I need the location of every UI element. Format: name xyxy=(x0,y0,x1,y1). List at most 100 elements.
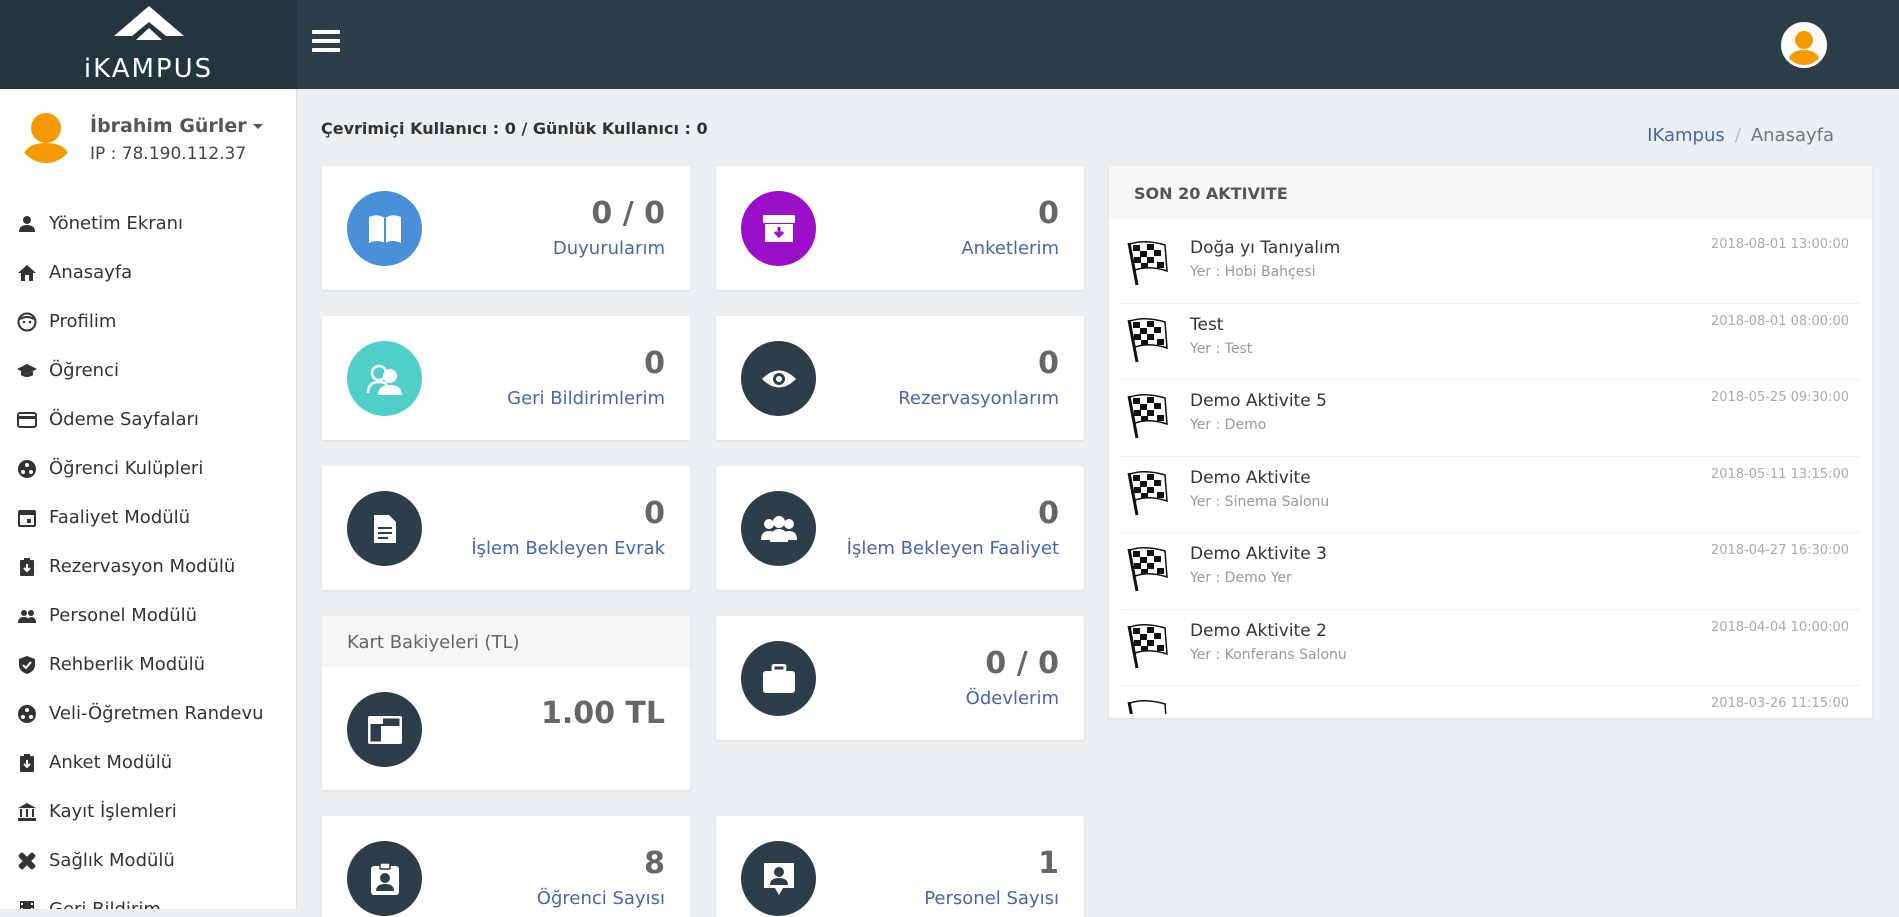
sidebar-item-veli-ogretmen-randevu[interactable]: Veli-Öğretmen Randevu xyxy=(0,689,296,738)
activity-row[interactable]: Doğa yı Tanıyalım Yer : Hobi Bahçesi 201… xyxy=(1121,227,1859,304)
card-value: 1 xyxy=(1038,846,1059,881)
sidebar-item-ogrenci[interactable]: Öğrenci xyxy=(0,346,296,395)
document-icon xyxy=(347,491,422,566)
logo[interactable]: iKAMPUS xyxy=(0,0,297,89)
activity-row[interactable]: Demo Aktivite 2 Yer : Konferans Salonu 2… xyxy=(1121,610,1859,686)
card-label-link[interactable]: Rezervasyonlarım xyxy=(898,388,1059,409)
activity-row[interactable]: Demo Aktivite 3 Yer : Demo Yer 2018-04-2… xyxy=(1121,533,1859,610)
card-label-link[interactable]: Duyurularım xyxy=(553,238,665,259)
sidebar-item-label: Personel Modülü xyxy=(49,605,198,626)
card-geri-bildirimler[interactable]: 0 Geri Bildirimlerim xyxy=(322,316,690,440)
clipboard-download-icon xyxy=(16,752,38,774)
home-icon xyxy=(16,262,38,284)
activity-time: 2018-05-25 09:30:00 xyxy=(1710,390,1849,405)
sidebar-item-kayit-islemleri[interactable]: Kayıt İşlemleri xyxy=(0,787,296,836)
sidebar-item-profilim[interactable]: Profilim xyxy=(0,297,296,346)
online-users-status: Çevrimiçi Kullanıcı : 0 / Günlük Kullanı… xyxy=(321,119,708,138)
main-content: Çevrimiçi Kullanıcı : 0 / Günlük Kullanı… xyxy=(297,89,1899,917)
caret-down-icon xyxy=(252,124,263,129)
hamburger-icon[interactable] xyxy=(312,30,340,56)
activity-place: Yer : Demo xyxy=(1190,417,1267,433)
sidebar-item-label: Sağlık Modülü xyxy=(49,850,175,871)
person-icon xyxy=(16,213,38,235)
sidebar-item-label: Veli-Öğretmen Randevu xyxy=(49,703,264,724)
activity-place: Yer : Test xyxy=(1190,340,1253,357)
face-icon xyxy=(16,311,38,333)
activity-row[interactable]: Demo Aktivite 5 Yer : Demo 2018-05-25 09… xyxy=(1121,380,1859,457)
recent-activities-panel: SON 20 AKTIVITE Doğa yı Tanıyalım Yer : … xyxy=(1109,166,1872,718)
sidebar-item-odeme-sayfalari[interactable]: Ödeme Sayfaları xyxy=(0,395,296,444)
checkered-flag-icon xyxy=(1127,623,1168,668)
sidebar-item-label: Rezervasyon Modülü xyxy=(49,556,236,577)
activity-title: Demo Aktivite 5 xyxy=(1190,391,1327,411)
card-label-link[interactable]: Personel Sayısı xyxy=(924,888,1059,909)
activity-time: 2018-08-01 13:00:00 xyxy=(1710,237,1849,252)
activity-place: Yer : Demo Yer xyxy=(1190,570,1292,586)
sidebar-item-anket-modulu[interactable]: Anket Modülü xyxy=(0,738,296,787)
calendar-icon xyxy=(16,507,38,529)
sidebar-item-saglik-modulu[interactable]: Sağlık Modülü xyxy=(0,836,296,885)
sidebar-item-personel-modulu[interactable]: Personel Modülü xyxy=(0,591,296,640)
verified-shield-icon xyxy=(16,654,38,676)
checkered-flag-icon xyxy=(1127,470,1168,515)
breadcrumb-current: Anasayfa xyxy=(1750,125,1834,146)
sidebar-item-label: Ödeme Sayfaları xyxy=(49,409,199,430)
activity-title: Demo Aktivite xyxy=(1190,467,1311,488)
checkered-flag-icon xyxy=(1127,700,1167,714)
sidebar-item-faaliyet-modulu[interactable]: Faaliyet Modülü xyxy=(0,493,296,542)
card-ogrenci-sayisi[interactable]: 8 Öğrenci Sayısı xyxy=(322,816,690,917)
card-label-link[interactable]: Anketlerim xyxy=(961,238,1059,259)
card-duyurular[interactable]: 0 / 0 Duyurularım xyxy=(322,166,690,290)
sidebar-item-ogrenci-kulupleri[interactable]: Öğrenci Kulüpleri xyxy=(0,444,296,493)
card-label-link[interactable]: İşlem Bekleyen Faaliyet xyxy=(847,538,1059,559)
card-odevler[interactable]: 0 / 0 Ödevlerim xyxy=(716,616,1084,740)
activity-title: Demo Aktivite 2 xyxy=(1190,620,1327,641)
user-avatar-icon[interactable] xyxy=(1781,22,1827,68)
bank-icon xyxy=(16,801,38,823)
sidebar-item-yonetim-ekrani[interactable]: Yönetim Ekranı xyxy=(0,199,296,248)
activity-row[interactable]: Test Yer : Test 2018-08-01 08:00:00 xyxy=(1121,304,1859,380)
briefcase-icon xyxy=(741,641,816,716)
club-icon xyxy=(16,703,38,725)
card-bekleyen-faaliyet[interactable]: 0 İşlem Bekleyen Faaliyet xyxy=(716,466,1084,590)
activity-list[interactable]: Doğa yı Tanıyalım Yer : Hobi Bahçesi 201… xyxy=(1121,227,1859,714)
sidebar-item-anasayfa[interactable]: Anasayfa xyxy=(0,248,296,297)
checkered-flag-icon xyxy=(1127,547,1168,592)
sidebar-item-label: Faaliyet Modülü xyxy=(49,507,191,528)
sidebar-item-rehberlik-modulu[interactable]: Rehberlik Modülü xyxy=(0,640,296,689)
top-navbar: iKAMPUS xyxy=(0,0,1899,89)
card-bekleyen-evrak[interactable]: 0 İşlem Bekleyen Evrak xyxy=(322,466,690,590)
sidebar-item-rezervasyon-modulu[interactable]: Rezervasyon Modülü xyxy=(0,542,296,591)
sidebar-item-label: Kayıt İşlemleri xyxy=(49,801,177,822)
activity-row[interactable]: 2018-03-26 11:15:00 xyxy=(1121,686,1859,714)
card-label-link[interactable]: Geri Bildirimlerim xyxy=(507,388,665,409)
card-value: 0 xyxy=(1038,496,1059,531)
card-label-link[interactable]: Öğrenci Sayısı xyxy=(537,888,665,909)
card-anketler[interactable]: 0 Anketlerim xyxy=(716,166,1084,290)
breadcrumb-home-link[interactable]: IKampus xyxy=(1647,125,1725,146)
film-icon xyxy=(16,899,38,909)
activity-row[interactable]: Demo Aktivite Yer : Sinema Salonu 2018-0… xyxy=(1121,457,1859,533)
card-kart-bakiyeleri: Kart Bakiyeleri (TL) 1.00 TL xyxy=(322,616,690,790)
activity-time: 2018-05-11 13:15:00 xyxy=(1710,466,1849,482)
card-personel-sayisi[interactable]: 1 Personel Sayısı xyxy=(716,816,1084,917)
people-icon xyxy=(16,605,38,627)
logo-mark-icon xyxy=(113,5,184,40)
activity-time: 2018-04-04 10:00:00 xyxy=(1710,619,1849,635)
card-value: 8 xyxy=(644,846,665,881)
user-name: İbrahim Gürler xyxy=(90,115,247,137)
user-ip: IP : 78.190.112.37 xyxy=(90,144,247,164)
bandage-icon xyxy=(16,850,38,872)
activity-place: Yer : Sinema Salonu xyxy=(1190,493,1330,510)
card-label-link[interactable]: İşlem Bekleyen Evrak xyxy=(471,538,665,559)
sidebar-menu: Yönetim Ekranı Anasayfa Profilim Öğrenci… xyxy=(0,199,296,909)
activity-time: 2018-03-26 11:15:00 xyxy=(1710,696,1849,711)
sidebar-item-geri-bildirim[interactable]: Geri Bildirim xyxy=(0,885,296,909)
user-name-dropdown[interactable]: İbrahim Gürler xyxy=(90,115,263,137)
sidebar: İbrahim Gürler IP : 78.190.112.37 Yöneti… xyxy=(0,89,297,909)
balance-title: Kart Bakiyeleri (TL) xyxy=(322,616,690,667)
card-value: 0 xyxy=(1038,346,1059,381)
breadcrumb: IKampus / Anasayfa xyxy=(1647,125,1834,146)
card-label-link[interactable]: Ödevlerim xyxy=(966,688,1059,709)
card-rezervasyonlar[interactable]: 0 Rezervasyonlarım xyxy=(716,316,1084,440)
